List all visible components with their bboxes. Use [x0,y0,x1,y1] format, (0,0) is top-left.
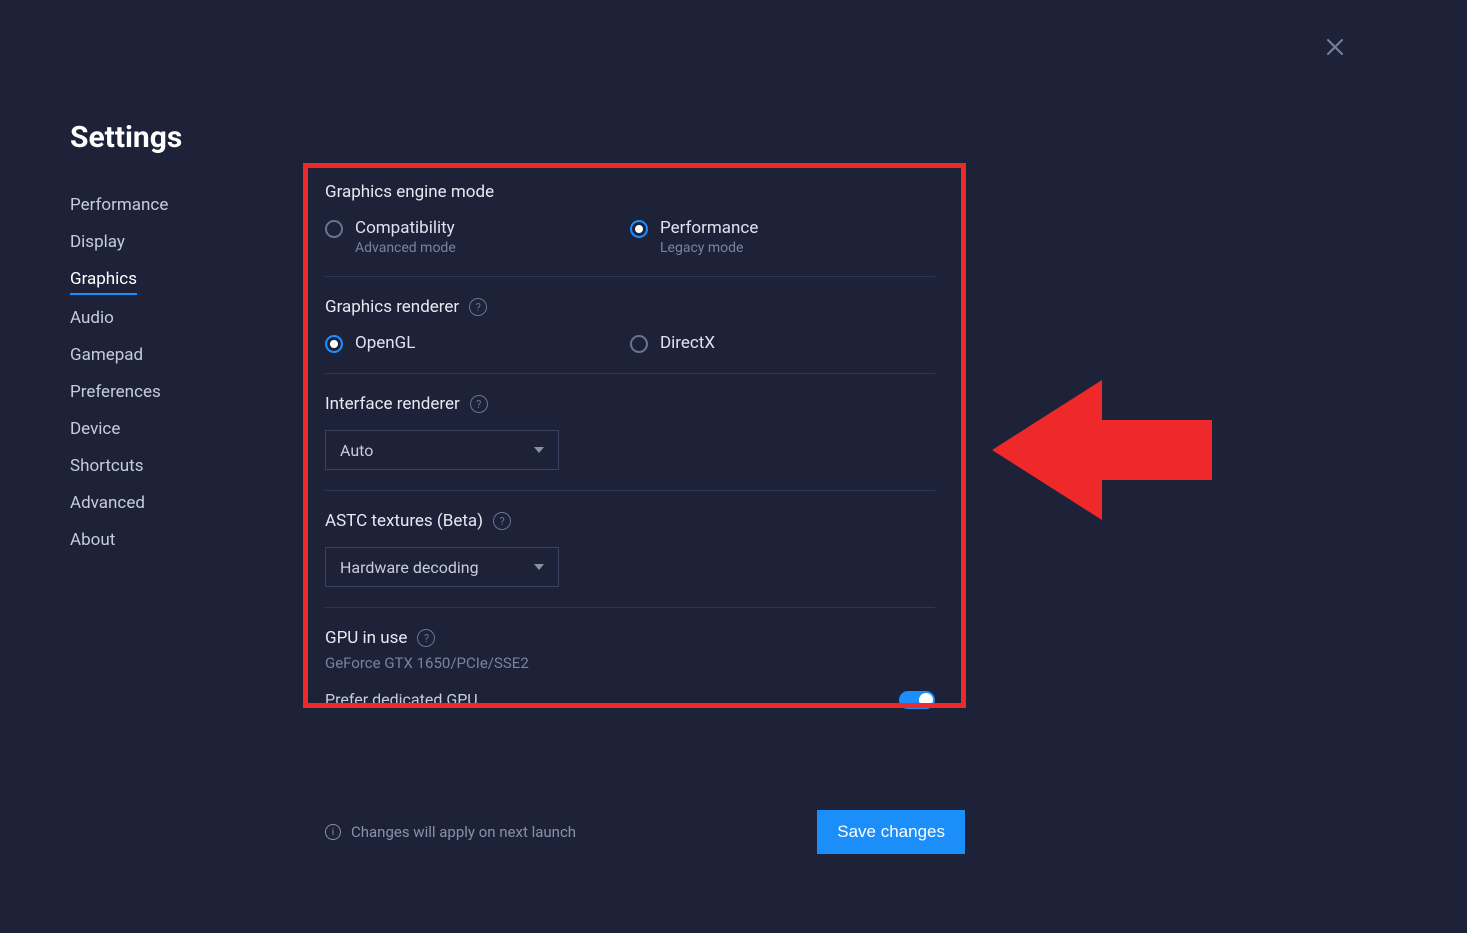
sidebar-item-about[interactable]: About [70,522,115,559]
radio-icon [325,335,343,353]
footer-note: i Changes will apply on next launch [325,823,576,841]
radio-icon [325,220,343,238]
section-interface-renderer: Interface renderer ? Auto [325,394,935,491]
sidebar-item-performance[interactable]: Performance [70,186,168,223]
close-icon [1323,35,1347,59]
radio-performance[interactable]: Performance Legacy mode [630,218,935,256]
radio-sublabel: Advanced mode [355,240,456,256]
sidebar-item-device[interactable]: Device [70,411,120,448]
section-engine-mode: Graphics engine mode Compatibility Advan… [325,182,935,277]
close-button[interactable] [1323,35,1347,59]
sidebar-item-preferences[interactable]: Preferences [70,373,161,410]
chevron-down-icon [534,447,544,453]
settings-content: Graphics engine mode Compatibility Advan… [325,182,935,709]
astc-select[interactable]: Hardware decoding [325,547,559,587]
save-changes-button[interactable]: Save changes [817,810,965,854]
gpu-detail: GeForce GTX 1650/PCIe/SSE2 [325,654,935,672]
section-title-astc: ASTC textures (Beta) ? [325,511,935,531]
engine-mode-label: Graphics engine mode [325,182,494,202]
section-title-renderer: Graphics renderer ? [325,297,935,317]
help-icon[interactable]: ? [469,298,487,316]
radio-icon [630,220,648,238]
interface-renderer-label: Interface renderer [325,394,460,414]
info-icon: i [325,824,341,840]
interface-renderer-select[interactable]: Auto [325,430,559,470]
section-title-gpu: GPU in use ? [325,628,935,648]
section-renderer: Graphics renderer ? OpenGL DirectX [325,297,935,374]
sidebar-item-gamepad[interactable]: Gamepad [70,336,143,373]
help-icon[interactable]: ? [417,629,435,647]
section-title-interface-renderer: Interface renderer ? [325,394,935,414]
select-value: Auto [340,441,373,460]
sidebar-item-audio[interactable]: Audio [70,299,114,336]
renderer-label: Graphics renderer [325,297,459,317]
section-title-engine-mode: Graphics engine mode [325,182,935,202]
prefer-dedicated-gpu-toggle[interactable] [899,691,935,709]
sidebar-item-display[interactable]: Display [70,223,125,260]
select-value: Hardware decoding [340,558,479,577]
radio-label: Compatibility [355,218,456,238]
chevron-down-icon [534,564,544,570]
radio-label: OpenGL [355,333,415,353]
section-gpu: GPU in use ? GeForce GTX 1650/PCIe/SSE2 … [325,628,935,709]
help-icon[interactable]: ? [493,512,511,530]
section-astc: ASTC textures (Beta) ? Hardware decoding [325,511,935,608]
sidebar-item-shortcuts[interactable]: Shortcuts [70,448,144,485]
annotation-arrow-icon [982,370,1222,530]
sidebar-item-graphics[interactable]: Graphics [70,260,137,295]
gpu-label: GPU in use [325,628,407,648]
help-icon[interactable]: ? [470,395,488,413]
sidebar-item-advanced[interactable]: Advanced [70,485,145,522]
radio-label: Performance [660,218,758,238]
settings-sidebar: Performance Display Graphics Audio Gamep… [70,186,240,559]
radio-compatibility[interactable]: Compatibility Advanced mode [325,218,630,256]
gpu-toggle-label: Prefer dedicated GPU [325,690,478,709]
footer-note-text: Changes will apply on next launch [351,823,576,841]
footer: i Changes will apply on next launch Save… [325,810,965,854]
radio-opengl[interactable]: OpenGL [325,333,630,353]
radio-label: DirectX [660,333,715,353]
astc-label: ASTC textures (Beta) [325,511,483,531]
page-title: Settings [70,120,182,155]
radio-directx[interactable]: DirectX [630,333,935,353]
radio-icon [630,335,648,353]
radio-sublabel: Legacy mode [660,240,758,256]
